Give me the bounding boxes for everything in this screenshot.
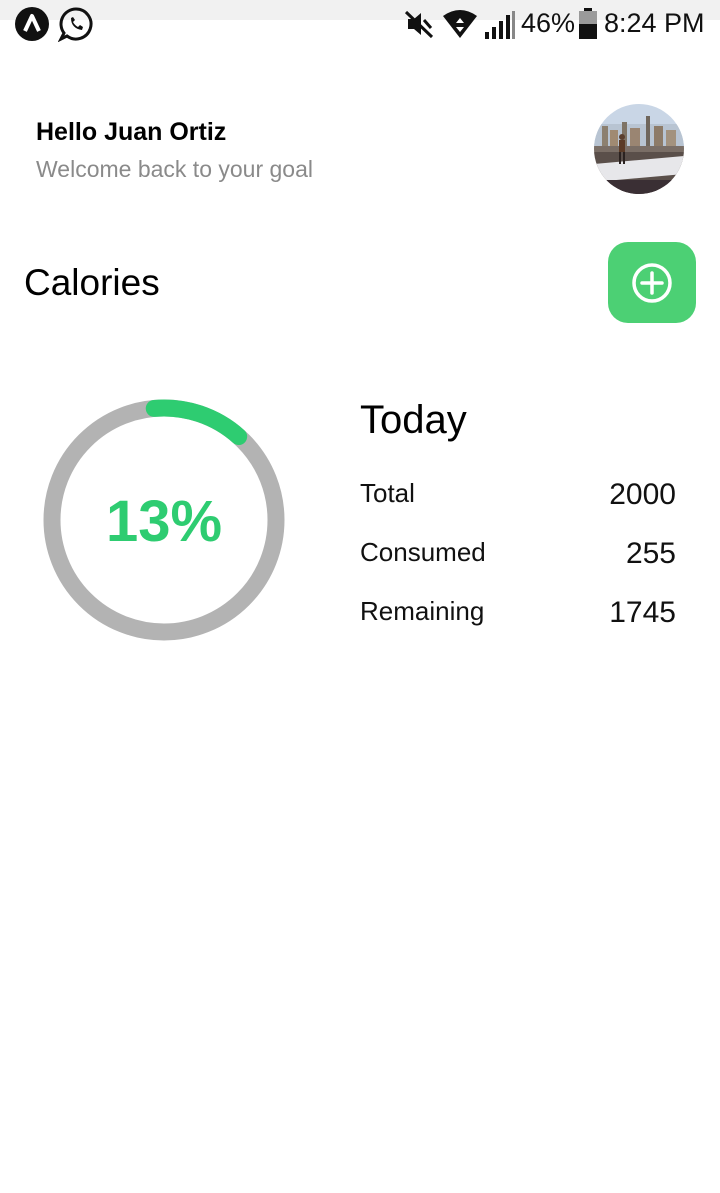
today-title: Today — [360, 398, 467, 442]
battery-icon — [578, 8, 598, 40]
stat-label-consumed: Consumed — [360, 537, 486, 567]
stat-value-total: 2000 — [609, 478, 676, 511]
battery-percent: 46% — [521, 8, 576, 38]
stat-label-total: Total — [360, 478, 415, 508]
clock: 8:24 PM — [604, 8, 705, 38]
avatar[interactable] — [594, 104, 684, 194]
stat-value-remaining: 1745 — [609, 596, 676, 629]
calories-title: Calories — [24, 262, 160, 303]
add-calories-button[interactable] — [608, 242, 696, 323]
whatsapp-icon — [58, 6, 94, 42]
signal-icon — [484, 10, 516, 40]
stat-value-consumed: 255 — [625, 537, 676, 570]
screen: 46% 8:24 PM Hello Juan Ortiz Welcome bac… — [0, 0, 720, 1193]
mute-icon — [404, 8, 434, 40]
app-logo-icon — [14, 6, 50, 42]
wifi-icon — [442, 8, 478, 40]
progress-percent: 13% — [105, 489, 223, 554]
greeting-subtitle: Welcome back to your goal — [36, 156, 313, 182]
plus-circle-icon — [631, 262, 673, 304]
greeting-name: Hello Juan Ortiz — [36, 118, 227, 146]
status-bar: 46% 8:24 PM — [0, 0, 720, 48]
stat-label-remaining: Remaining — [360, 596, 485, 626]
